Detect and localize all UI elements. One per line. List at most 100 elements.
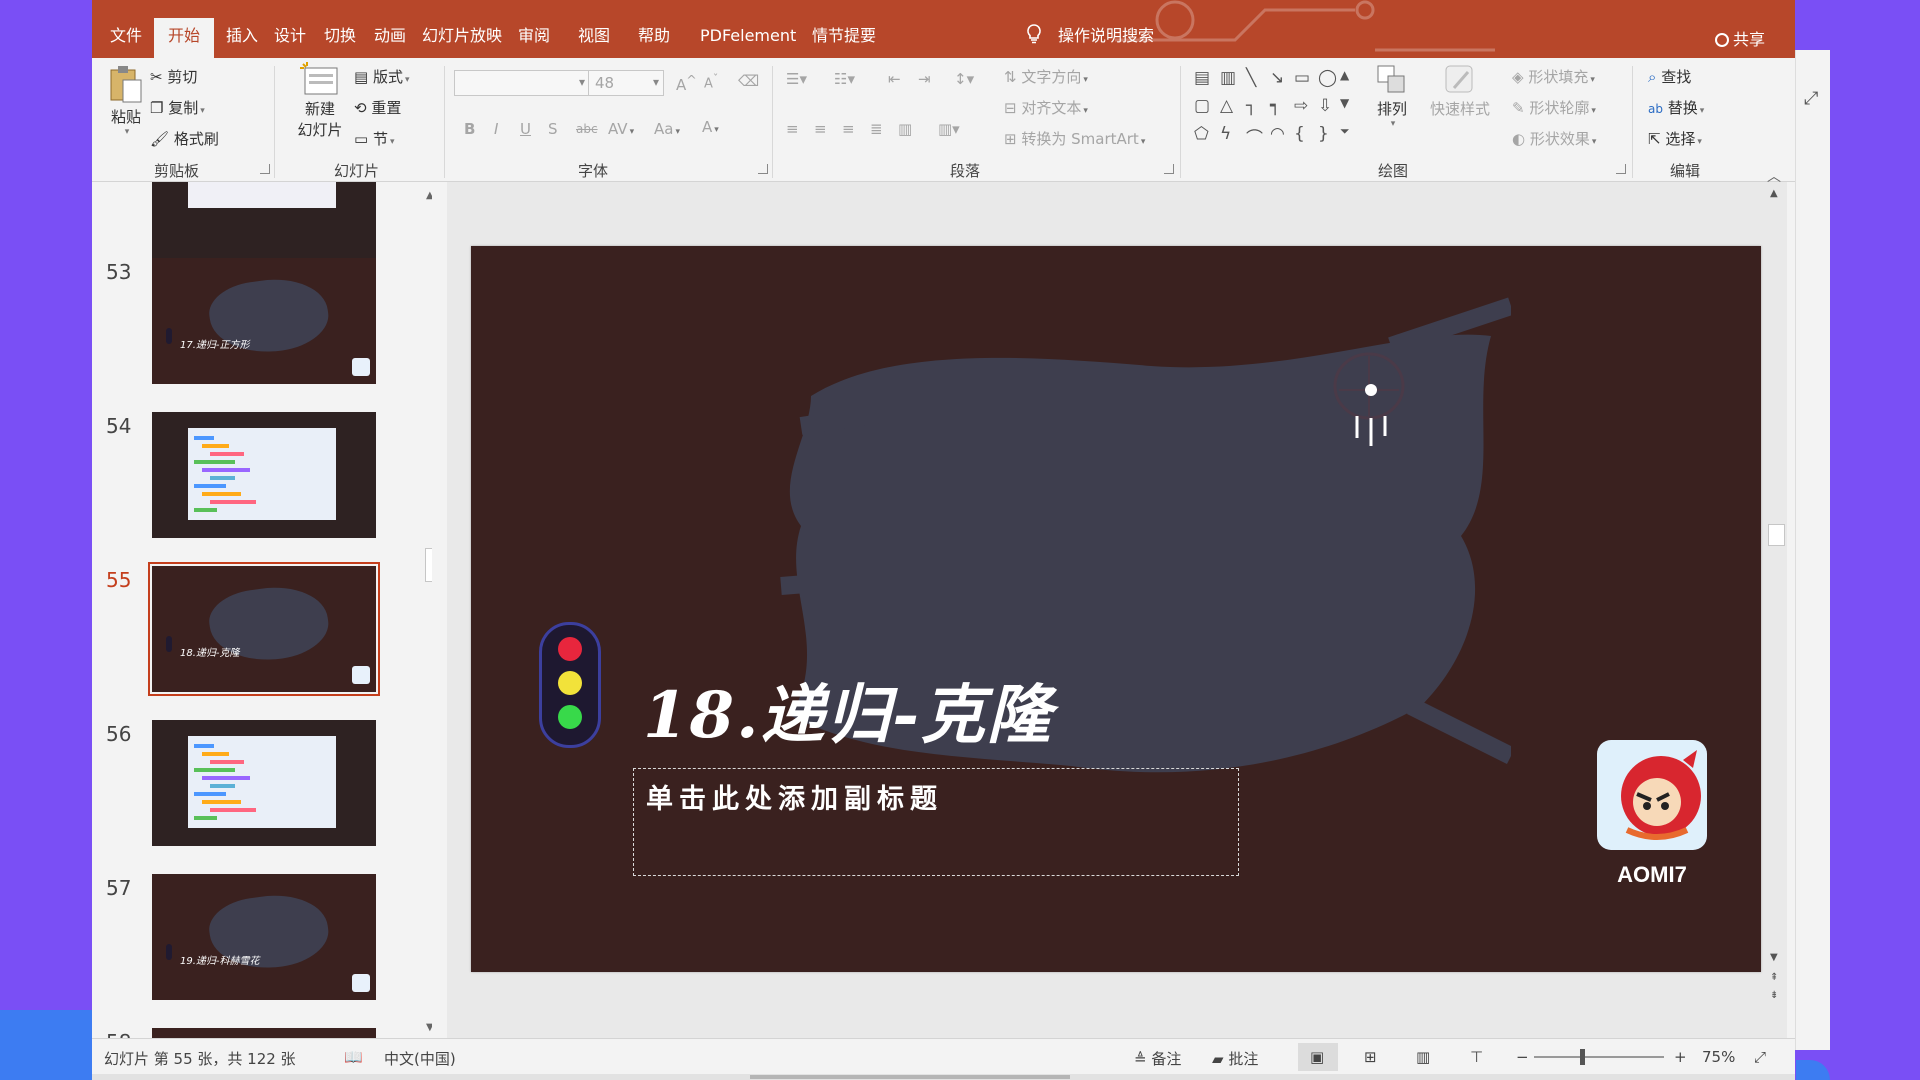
scrollbar-thumb[interactable]	[750, 1075, 1070, 1079]
shadow-button[interactable]: S	[548, 120, 558, 138]
rectangle-shape-icon[interactable]: ▭	[1294, 68, 1310, 88]
slide-scrollbar[interactable]: ▲ ▼ ⇞ ⇟	[1765, 182, 1787, 1038]
tab-storyboard[interactable]: 情节提要	[812, 26, 876, 46]
zoom-in-icon[interactable]: +	[1674, 1048, 1687, 1066]
slide-sorter-icon[interactable]: ⊞	[1364, 1048, 1377, 1066]
tab-home[interactable]: 开始	[154, 18, 215, 58]
curved-connector-icon[interactable]: ┑	[1270, 96, 1280, 116]
scrollbar-thumb[interactable]	[425, 548, 432, 582]
font-size-dropdown[interactable]: 48 ▾	[588, 70, 664, 96]
scribble-shape-icon[interactable]: ϟ	[1220, 124, 1231, 144]
expand-icon[interactable]: ⤢	[1804, 88, 1818, 109]
gallery-up-icon[interactable]: ▲	[1340, 68, 1349, 82]
font-name-dropdown[interactable]: ▾	[454, 70, 590, 96]
slide-thumbnail[interactable]	[152, 412, 376, 538]
font-launcher-icon[interactable]	[758, 164, 768, 174]
layout-button[interactable]: ▤ 版式 ▾	[354, 66, 410, 87]
oval-shape-icon[interactable]: ◯	[1318, 68, 1337, 88]
font-color-button[interactable]: A ▾	[702, 118, 719, 136]
align-right-icon[interactable]: ≡	[842, 120, 855, 138]
triangle-shape-icon[interactable]: △	[1220, 96, 1233, 116]
decrease-indent-icon[interactable]: ⇤	[888, 70, 901, 88]
slideshow-icon[interactable]: ⊤	[1470, 1048, 1483, 1066]
tab-slideshow[interactable]: 幻灯片放映	[422, 26, 502, 46]
tab-transitions[interactable]: 切换	[324, 26, 356, 46]
subtitle-placeholder[interactable]: 单击此处添加副标题	[633, 768, 1239, 876]
rounded-rect-shape-icon[interactable]: ▢	[1194, 96, 1210, 116]
columns-icon[interactable]: ▥▾	[938, 120, 960, 138]
slide-thumbnail[interactable]: 17.递归-正方形	[152, 258, 376, 384]
slide-title[interactable]: 18.递归-克隆	[643, 664, 1053, 756]
comments-button[interactable]: ▰ 批注	[1212, 1048, 1258, 1069]
tab-pdfelement[interactable]: PDFelement	[700, 26, 796, 46]
change-case-button[interactable]: Aa ▾	[654, 120, 680, 138]
slide-thumbnail[interactable]	[152, 720, 376, 846]
shape-fill-button[interactable]: ◈ 形状填充 ▾	[1512, 66, 1595, 87]
spellcheck-icon[interactable]: 📖	[344, 1048, 363, 1066]
tell-me-search[interactable]: 操作说明搜索	[1058, 26, 1154, 46]
drawing-launcher-icon[interactable]	[1616, 164, 1626, 174]
replace-button[interactable]: ab 替换 ▾	[1648, 97, 1704, 118]
format-painter-button[interactable]: 🖌 格式刷	[150, 128, 219, 149]
distributed-icon[interactable]: ▥	[898, 120, 912, 138]
smartart-button[interactable]: ⊞ 转换为 SmartArt ▾	[1004, 128, 1145, 149]
zoom-slider-thumb[interactable]	[1580, 1049, 1585, 1065]
arrow-line-shape-icon[interactable]: ↘	[1270, 68, 1284, 88]
tab-view[interactable]: 视图	[578, 26, 610, 46]
char-spacing-button[interactable]: AV ▾	[608, 120, 634, 138]
slide-thumbnail[interactable]: 18.递归-克隆	[148, 562, 380, 696]
strikethrough-button[interactable]: abc	[576, 122, 598, 136]
justify-icon[interactable]: ≣	[870, 120, 883, 138]
quick-styles-button[interactable]: 快速样式	[1428, 62, 1492, 119]
notes-button[interactable]: ≜ 备注	[1134, 1048, 1181, 1069]
copy-button[interactable]: ❐ 复制 ▾	[150, 97, 205, 118]
tab-animations[interactable]: 动画	[374, 26, 406, 46]
numbering-icon[interactable]: ☷▾	[834, 70, 855, 88]
scroll-down-icon[interactable]: ▼	[1770, 952, 1778, 963]
vertical-textbox-shape-icon[interactable]: ▥	[1220, 68, 1236, 88]
previous-slide-icon[interactable]: ⇞	[1770, 972, 1778, 983]
tab-review[interactable]: 审阅	[518, 26, 550, 46]
shapes-gallery[interactable]: ▤ ▥ ╲ ↘ ▭ ◯ ▢ △ ┐ ┑ ⇨ ⇩ ⬠ ϟ ⌒ ◠ { } ▲ ▼ …	[1194, 68, 1354, 150]
align-center-icon[interactable]: ≡	[814, 120, 827, 138]
current-slide[interactable]: 18.递归-克隆 单击此处添加副标题 AOMI7	[471, 246, 1761, 972]
normal-view-icon[interactable]: ▣	[1310, 1048, 1324, 1066]
tab-help[interactable]: 帮助	[638, 26, 670, 46]
reading-view-icon[interactable]: ▥	[1416, 1048, 1430, 1066]
gallery-down-icon[interactable]: ▼	[1340, 96, 1349, 110]
cut-button[interactable]: ✂ 剪切	[150, 66, 197, 87]
left-brace-shape-icon[interactable]: {	[1294, 124, 1305, 144]
zoom-level[interactable]: 75%	[1702, 1048, 1735, 1066]
elbow-connector-icon[interactable]: ┐	[1246, 96, 1256, 116]
language-indicator[interactable]: 中文(中国)	[384, 1048, 456, 1069]
scrollbar-thumb[interactable]	[1768, 524, 1785, 546]
scroll-down-icon[interactable]: ▼	[426, 1022, 432, 1033]
zoom-out-icon[interactable]: −	[1516, 1048, 1529, 1066]
bullets-icon[interactable]: ☰▾	[786, 70, 807, 88]
tab-insert[interactable]: 插入	[226, 26, 258, 46]
curve-shape-icon[interactable]: ⌒	[1246, 124, 1263, 149]
textbox-shape-icon[interactable]: ▤	[1194, 68, 1210, 88]
paste-button[interactable]: 粘贴 ▾	[106, 64, 146, 137]
shape-effects-button[interactable]: ◐ 形状效果 ▾	[1512, 128, 1596, 149]
align-text-button[interactable]: ⊟ 对齐文本 ▾	[1004, 97, 1088, 118]
text-direction-button[interactable]: ⇅ 文字方向 ▾	[1004, 66, 1088, 87]
reset-button[interactable]: ⟲ 重置	[354, 97, 401, 118]
window-horizontal-scrollbar[interactable]	[92, 1074, 1795, 1080]
line-shape-icon[interactable]: ╲	[1246, 68, 1256, 88]
down-arrow-shape-icon[interactable]: ⇩	[1318, 96, 1332, 116]
find-button[interactable]: ⌕ 查找	[1648, 66, 1691, 87]
slide-thumbnail[interactable]: 19.递归-科赫雪花	[152, 874, 376, 1000]
right-arrow-shape-icon[interactable]: ⇨	[1294, 96, 1308, 116]
clipboard-launcher-icon[interactable]	[260, 164, 270, 174]
underline-button[interactable]: U	[520, 120, 531, 138]
section-button[interactable]: ▭ 节 ▾	[354, 128, 395, 149]
right-brace-shape-icon[interactable]: }	[1318, 124, 1329, 144]
gallery-more-icon[interactable]: ⏷	[1340, 124, 1350, 139]
increase-indent-icon[interactable]: ⇥	[918, 70, 931, 88]
grow-font-button[interactable]: A^	[676, 72, 697, 94]
shrink-font-button[interactable]: Aˇ	[704, 72, 718, 91]
arc-shape-icon[interactable]: ◠	[1270, 124, 1285, 144]
zoom-slider[interactable]	[1534, 1056, 1664, 1058]
clear-formatting-icon[interactable]: ⌫	[738, 72, 759, 90]
